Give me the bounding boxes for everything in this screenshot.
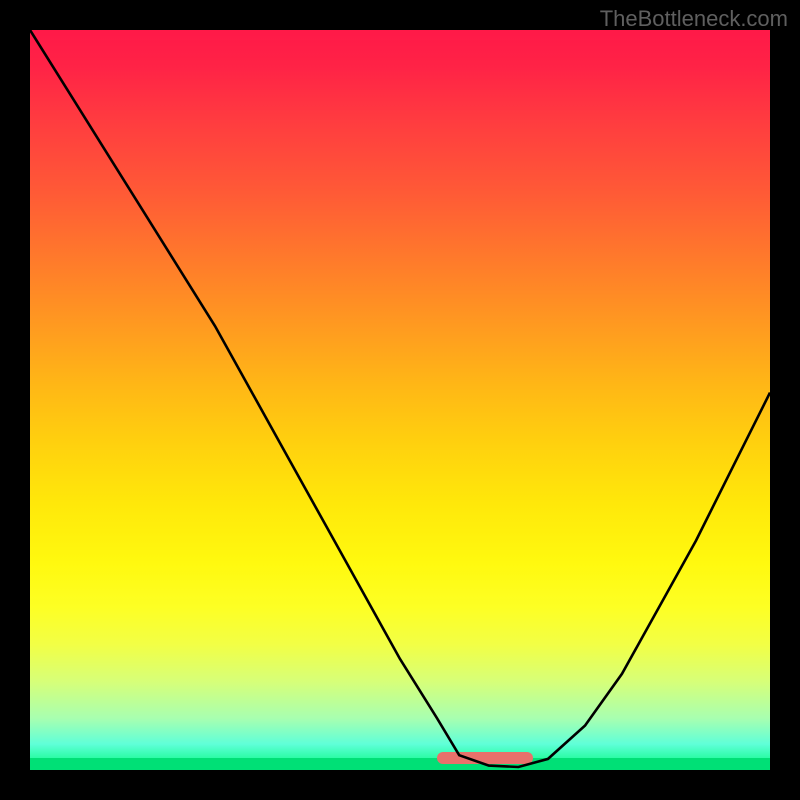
plot-area (30, 30, 770, 770)
watermark-text: TheBottleneck.com (600, 6, 788, 32)
chart-frame: TheBottleneck.com (0, 0, 800, 800)
bottleneck-curve (30, 30, 770, 770)
